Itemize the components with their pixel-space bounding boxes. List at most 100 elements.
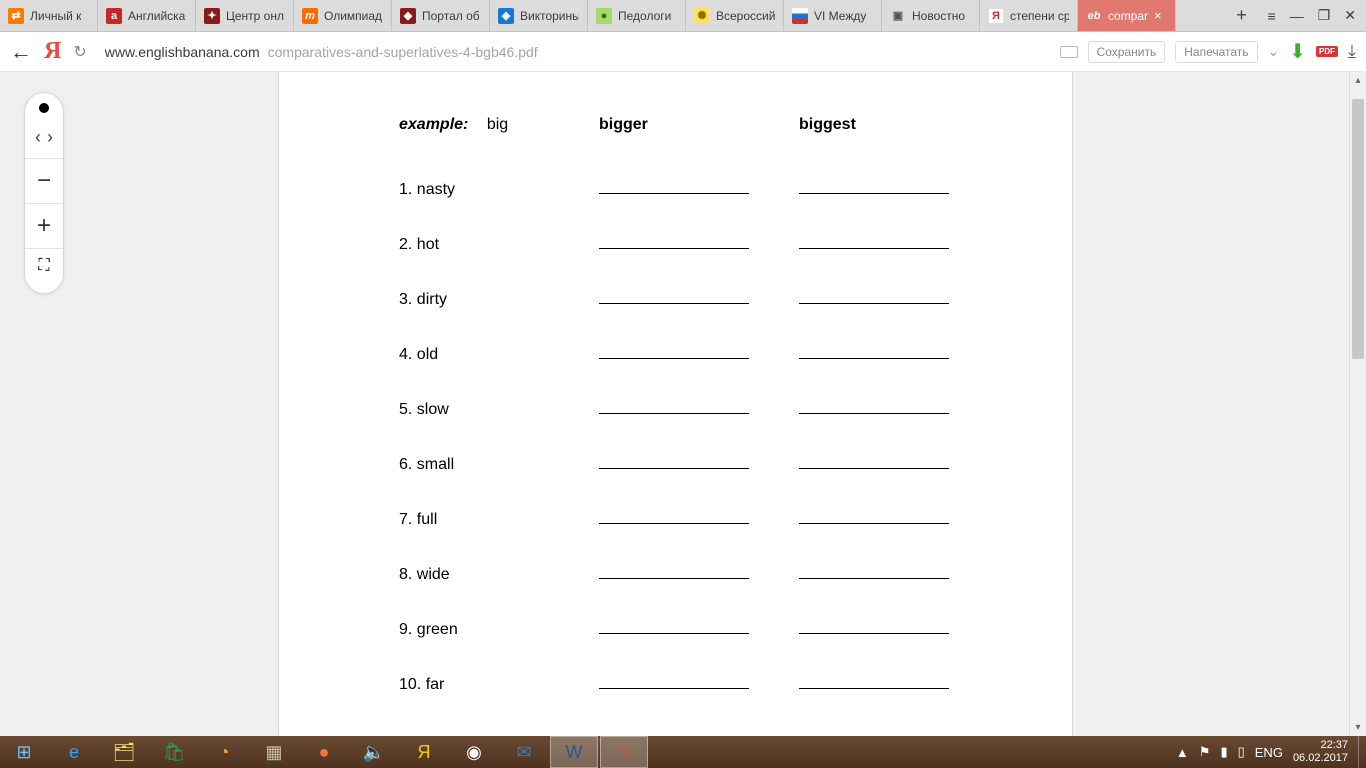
tab-10[interactable]: Ястепени ср <box>980 0 1078 31</box>
example-row: example: big bigger biggest <box>399 94 1042 134</box>
actions-chevron-icon[interactable]: ⌄ <box>1268 43 1280 60</box>
tab-label: Английска <box>128 9 185 23</box>
taskbar-sound[interactable]: 🔈 <box>350 736 398 768</box>
tab-0[interactable]: ⇄ Личный к <box>0 0 98 31</box>
superlative-blank <box>799 563 949 579</box>
comparative-blank <box>599 508 749 524</box>
download-file-icon[interactable]: ⤓ <box>1348 41 1356 62</box>
tab-8[interactable]: VI Между <box>784 0 882 31</box>
tab-close-icon[interactable]: × <box>1154 8 1162 23</box>
example-comparative: bigger <box>599 116 799 134</box>
comparative-blank <box>599 453 749 469</box>
worksheet-word: 10. far <box>399 676 444 693</box>
tray-flag-icon[interactable]: ⚑ <box>1199 744 1211 760</box>
scroll-down-button[interactable]: ▾ <box>1350 719 1366 736</box>
pdf-prev-page[interactable]: ‹ <box>35 127 41 148</box>
tab-7[interactable]: ✺Всероссий <box>686 0 784 31</box>
tab-label: Олимпиад <box>324 9 382 23</box>
tab-favicon: ◈ <box>498 8 514 24</box>
pdf-next-page[interactable]: › <box>47 127 53 148</box>
tab-favicon: ⇄ <box>8 8 24 24</box>
tab-9[interactable]: ▣Новостно <box>882 0 980 31</box>
tray-network-icon[interactable]: ▯ <box>1238 744 1245 760</box>
taskbar-start[interactable]: ⊞ <box>0 736 48 768</box>
worksheet-word: 7. full <box>399 511 437 528</box>
close-window-button[interactable]: ✕ <box>1344 7 1356 24</box>
worksheet-row: 9. green <box>399 584 1042 639</box>
tab-label: Центр онл <box>226 9 284 23</box>
taskbar-ie[interactable]: e <box>50 736 98 768</box>
pdf-fit-page[interactable]: ⛶ <box>38 249 49 283</box>
taskbar-yandex-search[interactable]: Я <box>400 736 448 768</box>
tab-1[interactable]: a Английска <box>98 0 196 31</box>
window-controls: ≡ — ❐ ✕ <box>1258 7 1366 24</box>
tab-6[interactable]: ●Педологи <box>588 0 686 31</box>
nav-back-button[interactable]: ← <box>10 39 32 65</box>
comparative-blank <box>599 618 749 634</box>
taskbar-app-gray[interactable]: ▦ <box>250 736 298 768</box>
tab-3[interactable]: mОлимпиад <box>294 0 392 31</box>
tray-battery-icon[interactable]: ▮ <box>1220 744 1227 760</box>
vertical-scrollbar[interactable]: ▴ ▾ <box>1349 72 1366 736</box>
example-word: big <box>487 116 508 133</box>
taskbar-yabrowser[interactable]: Y <box>600 736 648 768</box>
taskbar-explorer[interactable]: 🗂 <box>100 736 148 768</box>
tab-favicon: a <box>106 8 122 24</box>
tray-lang[interactable]: ENG <box>1255 745 1283 760</box>
keyboard-icon[interactable] <box>1060 46 1078 58</box>
superlative-blank <box>799 288 949 304</box>
yandex-logo[interactable]: Я <box>44 38 61 65</box>
tab-favicon: ◆ <box>400 8 416 24</box>
comparative-blank <box>599 398 749 414</box>
tab-2[interactable]: ✦Центр онл <box>196 0 294 31</box>
tray-overflow-icon[interactable]: ▲ <box>1176 745 1189 760</box>
scroll-thumb[interactable] <box>1352 99 1364 359</box>
comparative-blank <box>599 233 749 249</box>
save-button[interactable]: Сохранить <box>1088 41 1166 63</box>
comparative-blank <box>599 563 749 579</box>
superlative-blank <box>799 673 949 689</box>
worksheet-row: 8. wide <box>399 529 1042 584</box>
pdf-zoom-in[interactable]: + <box>25 204 63 248</box>
taskbar-chrome[interactable]: ◉ <box>450 736 498 768</box>
reload-button[interactable]: ↻ <box>73 42 86 62</box>
tab-label: Личный к <box>30 9 81 23</box>
maximize-button[interactable]: ❐ <box>1318 7 1331 24</box>
worksheet-word: 1. nasty <box>399 181 455 198</box>
worksheet-word: 9. green <box>399 621 458 638</box>
taskbar-firefox[interactable]: ● <box>300 736 348 768</box>
tab-favicon: Я <box>988 8 1004 24</box>
superlative-blank <box>799 508 949 524</box>
taskbar-media[interactable]: ◔ <box>200 736 248 768</box>
download-arrow-icon[interactable]: ⬇ <box>1289 39 1306 64</box>
scroll-up-button[interactable]: ▴ <box>1350 72 1366 89</box>
worksheet-word: 6. small <box>399 456 454 473</box>
address-bar-actions: Сохранить Напечатать ⌄ ⬇ PDF ⤓ <box>1060 39 1356 64</box>
comparative-blank <box>599 288 749 304</box>
worksheet-word: 3. dirty <box>399 291 447 308</box>
new-tab-button[interactable]: + <box>1226 5 1258 26</box>
tab-11[interactable]: ebcompar× <box>1078 0 1176 31</box>
pdf-badge[interactable]: PDF <box>1316 46 1338 57</box>
taskbar-mail[interactable]: ✉ <box>500 736 548 768</box>
pdf-zoom-out[interactable]: − <box>25 159 63 203</box>
tab-5[interactable]: ◈Викторины <box>490 0 588 31</box>
worksheet-row: 7. full <box>399 474 1042 529</box>
taskbar-store[interactable]: 🛍 <box>150 736 198 768</box>
show-desktop-button[interactable] <box>1358 736 1366 768</box>
taskbar-word[interactable]: W <box>550 736 598 768</box>
tab-favicon: ● <box>596 8 612 24</box>
menu-button[interactable]: ≡ <box>1268 8 1276 24</box>
system-tray: ▲ ⚑ ▮ ▯ ENG 22:37 06.02.2017 <box>1166 739 1358 765</box>
tray-clock[interactable]: 22:37 06.02.2017 <box>1293 739 1348 765</box>
tab-4[interactable]: ◆Портал об <box>392 0 490 31</box>
pdf-page: example: big bigger biggest 1. nasty 2. h… <box>278 72 1073 736</box>
comparative-blank <box>599 343 749 359</box>
minimize-button[interactable]: — <box>1290 8 1304 24</box>
tab-label: Всероссий <box>716 9 775 23</box>
url-box[interactable]: www.englishbanana.com comparatives-and-s… <box>99 36 1048 68</box>
worksheet-word: 8. wide <box>399 566 450 583</box>
print-button[interactable]: Напечатать <box>1175 41 1257 63</box>
worksheet-word: 2. hot <box>399 236 439 253</box>
superlative-blank <box>799 398 949 414</box>
